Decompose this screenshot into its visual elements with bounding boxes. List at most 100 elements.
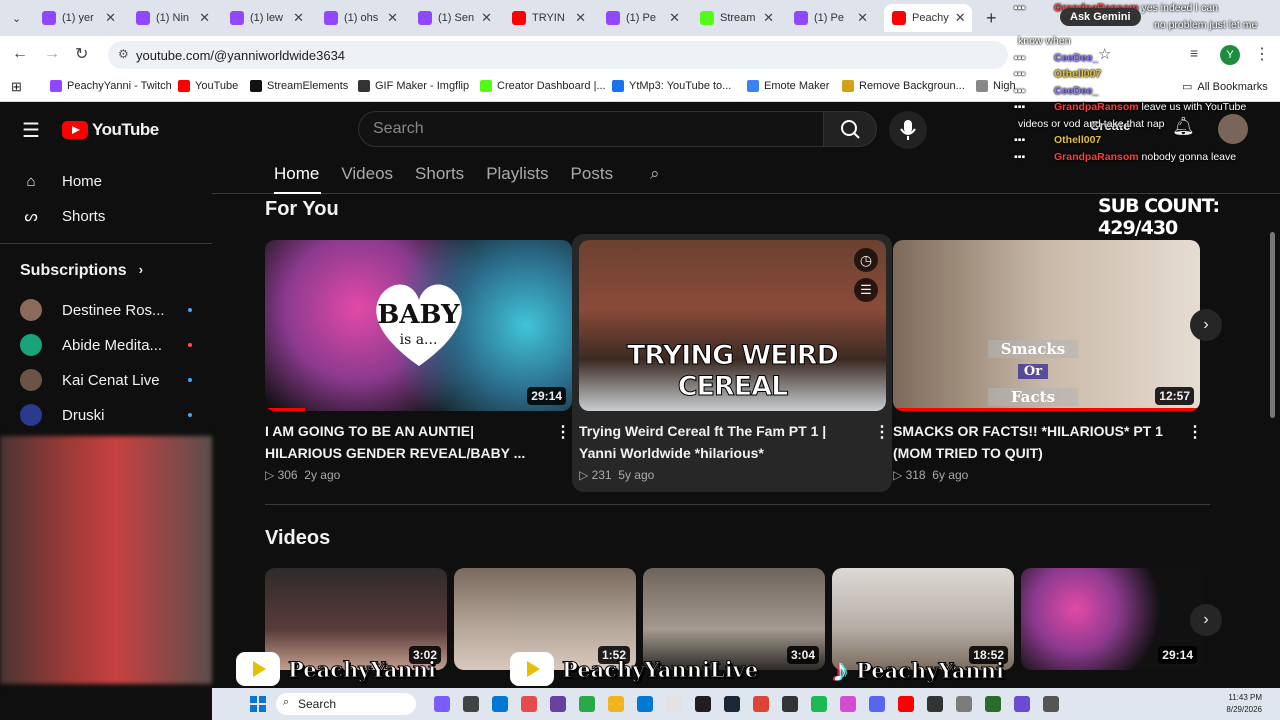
taskbar-app-icon[interactable] bbox=[579, 696, 595, 712]
bookmark-item[interactable]: Emote Maker bbox=[747, 80, 829, 92]
sidebar-item-home[interactable]: ⌂ Home bbox=[20, 170, 102, 192]
taskbar-app-icon[interactable] bbox=[521, 696, 537, 712]
tab-playlists[interactable]: Playlists bbox=[486, 164, 548, 184]
carousel-next-button[interactable]: › bbox=[1190, 309, 1222, 341]
video-title[interactable]: Trying Weird Cereal ft The Fam PT 1 | Ya… bbox=[579, 420, 859, 464]
browser-tab[interactable]: (1) Sen ✕ bbox=[410, 4, 500, 32]
subscriptions-heading[interactable]: Subscriptions › bbox=[20, 262, 143, 280]
subscription-item[interactable]: Destinee Ros... bbox=[20, 299, 200, 321]
taskbar-app-icon[interactable] bbox=[1014, 696, 1030, 712]
bookmark-item[interactable]: YtMp3: YouTube to... bbox=[612, 80, 731, 92]
taskbar-app-icon[interactable] bbox=[666, 696, 682, 712]
video-title[interactable]: SMACKS OR FACTS!! *HILARIOUS* PT 1 (MOM … bbox=[893, 420, 1173, 464]
subscription-item[interactable]: Kai Cenat Live bbox=[20, 369, 200, 391]
voice-search-button[interactable] bbox=[889, 111, 927, 149]
start-windows-icon[interactable] bbox=[250, 696, 266, 712]
new-tab-button[interactable]: + bbox=[978, 4, 1002, 32]
browser-tab[interactable]: (1) yer ✕ bbox=[34, 4, 124, 32]
close-tab-icon[interactable]: ✕ bbox=[199, 10, 210, 26]
tab-home[interactable]: Home bbox=[274, 164, 319, 184]
video-menu-icon[interactable]: ⋮ bbox=[1187, 422, 1203, 442]
browser-tab[interactable]: Stream ✕ bbox=[692, 4, 782, 32]
taskbar-search[interactable]: ⌕ Search bbox=[276, 693, 416, 715]
taskbar-app-icon[interactable] bbox=[463, 696, 479, 712]
taskbar-app-icon[interactable] bbox=[782, 696, 798, 712]
close-tab-icon[interactable]: ✕ bbox=[575, 10, 586, 26]
browser-tab[interactable]: TRYIN ✕ bbox=[504, 4, 594, 32]
video-card-hovered[interactable]: TRYING WEIRD CEREAL ◷ ☰ Trying Weird Cer… bbox=[572, 234, 892, 492]
close-tab-icon[interactable]: ✕ bbox=[105, 10, 116, 26]
reload-icon[interactable]: ↻ bbox=[75, 44, 88, 64]
taskbar-app-icon[interactable] bbox=[724, 696, 740, 712]
video-card[interactable]: BABY is a... 29:14 I AM GOING TO BE AN A… bbox=[265, 240, 572, 490]
watch-later-icon[interactable]: ◷ bbox=[854, 248, 878, 272]
taskbar-app-icon[interactable] bbox=[753, 696, 769, 712]
tab-search-button[interactable]: ⌄ bbox=[4, 4, 30, 32]
taskbar-app-icon[interactable] bbox=[898, 696, 914, 712]
taskbar-app-icon[interactable] bbox=[956, 696, 972, 712]
taskbar-app-icon[interactable] bbox=[811, 696, 827, 712]
video-thumbnail[interactable]: BABY is a... 29:14 bbox=[265, 240, 572, 411]
add-to-queue-icon[interactable]: ☰ bbox=[854, 278, 878, 302]
sidebar-item-shorts[interactable]: ᔕ Shorts bbox=[20, 205, 105, 227]
browser-tab[interactable]: (1) Pe ✕ bbox=[786, 4, 876, 32]
system-clock[interactable]: 11:43 PM 8/29/2026 bbox=[1226, 692, 1262, 716]
taskbar-app-icon[interactable] bbox=[695, 696, 711, 712]
close-tab-icon[interactable]: ✕ bbox=[293, 10, 304, 26]
tab-videos[interactable]: Videos bbox=[341, 164, 393, 184]
close-tab-icon[interactable]: ✕ bbox=[857, 10, 868, 26]
youtube-logo[interactable]: YouTube bbox=[62, 120, 159, 140]
video-title[interactable]: I AM GOING TO BE AN AUNTIE| HILARIOUS GE… bbox=[265, 420, 545, 464]
hamburger-menu-icon[interactable]: ☰ bbox=[22, 118, 40, 143]
close-tab-icon[interactable]: ✕ bbox=[763, 10, 774, 26]
browser-tab[interactable]: (1) ohs ✕ bbox=[316, 4, 406, 32]
video-menu-icon[interactable]: ⋮ bbox=[874, 422, 890, 442]
videos-next-button[interactable]: › bbox=[1190, 604, 1222, 636]
video-card[interactable]: Smacks Or Facts 12:57 SMACKS OR FACTS!! … bbox=[893, 240, 1203, 490]
thumbnail-subtext-2: Facts bbox=[988, 388, 1078, 406]
address-bar[interactable]: ⚙ youtube.com/@yanniworldwide3634 bbox=[108, 41, 1008, 69]
bookmark-item[interactable]: Remove Backgroun... bbox=[842, 80, 965, 92]
channel-search-icon[interactable]: ⌕ bbox=[650, 164, 660, 184]
taskbar-app-icon[interactable] bbox=[1043, 696, 1059, 712]
taskbar-app-icon[interactable] bbox=[985, 696, 1001, 712]
subscription-item[interactable]: Druski bbox=[20, 404, 200, 426]
close-tab-icon[interactable]: ✕ bbox=[955, 10, 966, 26]
bookmark-item[interactable]: Nigh bbox=[976, 80, 1016, 92]
apps-grid-icon[interactable]: ⊞ bbox=[11, 79, 22, 95]
close-tab-icon[interactable]: ✕ bbox=[669, 10, 680, 26]
bookmark-item[interactable]: StreamElements bbox=[250, 80, 348, 92]
taskbar-app-icon[interactable] bbox=[637, 696, 653, 712]
bookmark-item[interactable]: PeachyYanni - Twitch bbox=[50, 80, 172, 92]
taskbar-app-icon[interactable] bbox=[608, 696, 624, 712]
search-button[interactable] bbox=[823, 111, 877, 147]
taskbar-app-icon[interactable] bbox=[927, 696, 943, 712]
taskbar-app-icon[interactable] bbox=[550, 696, 566, 712]
taskbar-app-icon[interactable] bbox=[434, 696, 450, 712]
bookmark-item[interactable]: YouTube bbox=[178, 80, 238, 92]
browser-tab[interactable]: Peachy ✕ bbox=[884, 4, 972, 32]
back-arrow-icon[interactable]: ← bbox=[12, 45, 28, 63]
browser-tab[interactable]: (1) lew ✕ bbox=[222, 4, 312, 32]
tab-posts[interactable]: Posts bbox=[571, 164, 614, 184]
taskbar-app-icon[interactable] bbox=[492, 696, 508, 712]
video-thumbnail[interactable]: Smacks Or Facts 12:57 bbox=[893, 240, 1200, 411]
search-input[interactable]: Search bbox=[358, 111, 824, 147]
taskbar-app-icon[interactable] bbox=[840, 696, 856, 712]
tab-shorts[interactable]: Shorts bbox=[415, 164, 464, 184]
video-menu-icon[interactable]: ⋮ bbox=[555, 422, 571, 442]
ask-gemini-button[interactable]: Ask Gemini bbox=[1060, 8, 1141, 26]
close-tab-icon[interactable]: ✕ bbox=[481, 10, 492, 26]
close-tab-icon[interactable]: ✕ bbox=[387, 10, 398, 26]
bookmark-item[interactable]: Creator Dashboard |... bbox=[480, 80, 606, 92]
video-thumbnail[interactable]: 29:14 bbox=[1021, 568, 1203, 670]
taskbar-app-icon[interactable] bbox=[869, 696, 885, 712]
subscription-item[interactable]: Abide Medita... bbox=[20, 334, 200, 356]
browser-tab[interactable]: (1) Pe ✕ bbox=[598, 4, 688, 32]
forward-arrow-icon[interactable]: → bbox=[44, 45, 60, 63]
bookmark-item[interactable]: GIF Maker - Imgflip bbox=[358, 80, 469, 92]
scrollbar-thumb[interactable] bbox=[1270, 232, 1275, 418]
site-info-icon[interactable]: ⚙ bbox=[118, 47, 129, 61]
browser-tab[interactable]: (1) Nin ✕ bbox=[128, 4, 218, 32]
video-thumbnail[interactable]: TRYING WEIRD CEREAL ◷ ☰ bbox=[579, 240, 886, 411]
